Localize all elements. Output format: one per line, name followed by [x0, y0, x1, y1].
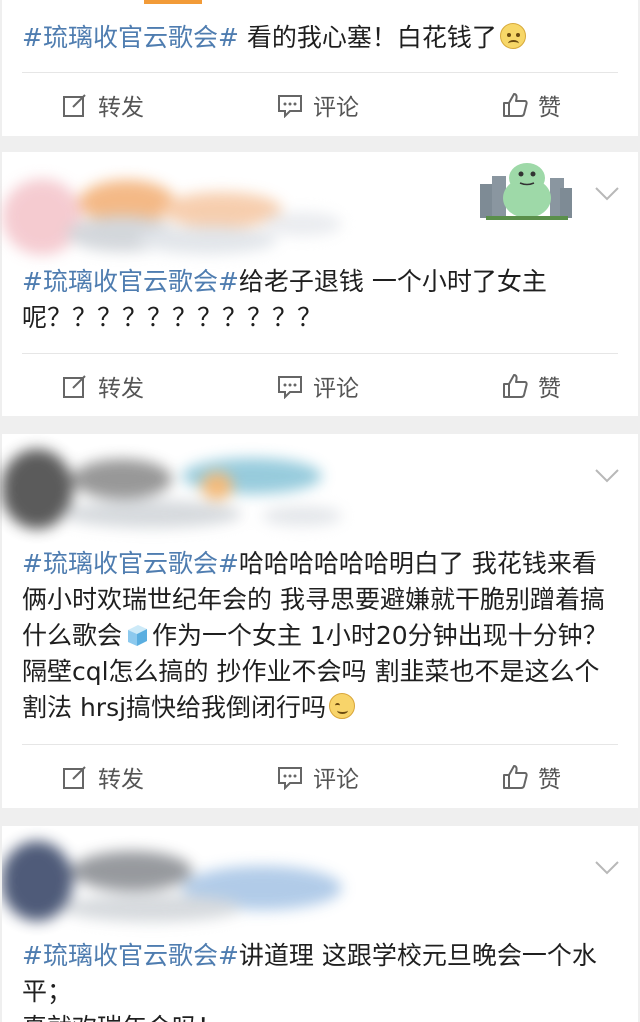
blurred-user-info — [2, 841, 342, 922]
action-bar: 转发 评论 赞 — [2, 745, 638, 809]
repost-label: 转发 — [98, 376, 144, 402]
comment-icon — [278, 376, 302, 399]
repost-label: 转发 — [98, 767, 144, 793]
edit-icon — [63, 766, 86, 789]
post-card-4: #琉璃收官云歌会#讲道理 这跟学校元旦晚会一个水平；真就欢瑞年会吗！ — [2, 826, 638, 1022]
chevron-down-icon[interactable] — [594, 186, 620, 202]
blurred-user-info — [2, 179, 342, 255]
action-bar: 转发 评论 赞 — [2, 354, 638, 418]
like-label: 赞 — [538, 95, 561, 121]
comment-icon — [278, 767, 302, 790]
repost-button[interactable]: 转发 — [62, 354, 144, 418]
post-text: #琉璃收官云歌会#给老子退钱 一个小时了女主呢？？？？？？？？？？？ — [22, 264, 620, 336]
post-text: #琉璃收官云歌会#哈哈哈哈哈哈明白了 我花钱来看俩小时欢瑞世纪年会的 我寻思要避… — [22, 546, 620, 726]
topic-link[interactable]: #琉璃收官云歌会# — [22, 267, 239, 296]
like-button[interactable]: 赞 — [502, 354, 561, 418]
post-body: 看的我心塞！白花钱了 — [238, 23, 497, 52]
post-header — [2, 826, 638, 936]
topic-link[interactable]: #琉璃收官云歌会# — [22, 23, 239, 52]
chevron-down-icon[interactable] — [594, 860, 620, 876]
like-label: 赞 — [538, 376, 561, 402]
comment-label: 评论 — [313, 767, 359, 793]
thumbs-up-icon — [503, 374, 528, 398]
accent-strip — [144, 0, 202, 4]
comment-button[interactable]: 评论 — [277, 73, 359, 137]
post-card-3: #琉璃收官云歌会#哈哈哈哈哈哈明白了 我花钱来看俩小时欢瑞世纪年会的 我寻思要避… — [2, 434, 638, 808]
sad-emoji-icon — [499, 23, 526, 49]
post-body-cut: 真就欢瑞年会吗！ — [22, 1013, 222, 1022]
topic-link[interactable]: #琉璃收官云歌会# — [22, 549, 239, 578]
comment-label: 评论 — [313, 376, 359, 402]
post-text: #琉璃收官云歌会# 看的我心塞！白花钱了 — [22, 20, 620, 56]
post-header — [2, 434, 638, 544]
thumbs-up-icon — [503, 765, 528, 789]
like-label: 赞 — [538, 767, 561, 793]
repost-button[interactable]: 转发 — [62, 745, 144, 809]
repost-button[interactable]: 转发 — [62, 73, 144, 137]
comment-button[interactable]: 评论 — [277, 354, 359, 418]
topic-link[interactable]: #琉璃收官云歌会# — [22, 941, 239, 970]
post-header — [2, 152, 638, 262]
smile-emoji-icon — [329, 693, 356, 719]
post-card-2: #琉璃收官云歌会#给老子退钱 一个小时了女主呢？？？？？？？？？？？ 转发 评论… — [2, 152, 638, 416]
post-card-1: #琉璃收官云歌会# 看的我心塞！白花钱了 转发 评论 赞 — [2, 0, 638, 136]
comment-label: 评论 — [313, 95, 359, 121]
comment-button[interactable]: 评论 — [277, 745, 359, 809]
dinosaur-sticker-icon — [480, 163, 572, 220]
comment-icon — [278, 95, 302, 118]
edit-icon — [63, 375, 86, 398]
post-text: #琉璃收官云歌会#讲道理 这跟学校元旦晚会一个水平；真就欢瑞年会吗！ — [22, 938, 620, 1022]
like-button[interactable]: 赞 — [502, 745, 561, 809]
ice-cube-emoji-icon — [128, 625, 148, 646]
edit-icon — [63, 94, 86, 117]
blurred-user-info — [2, 449, 342, 529]
repost-label: 转发 — [98, 95, 144, 121]
thumbs-up-icon — [503, 93, 528, 117]
like-button[interactable]: 赞 — [502, 73, 561, 137]
chevron-down-icon[interactable] — [594, 468, 620, 484]
action-bar: 转发 评论 赞 — [2, 73, 638, 137]
